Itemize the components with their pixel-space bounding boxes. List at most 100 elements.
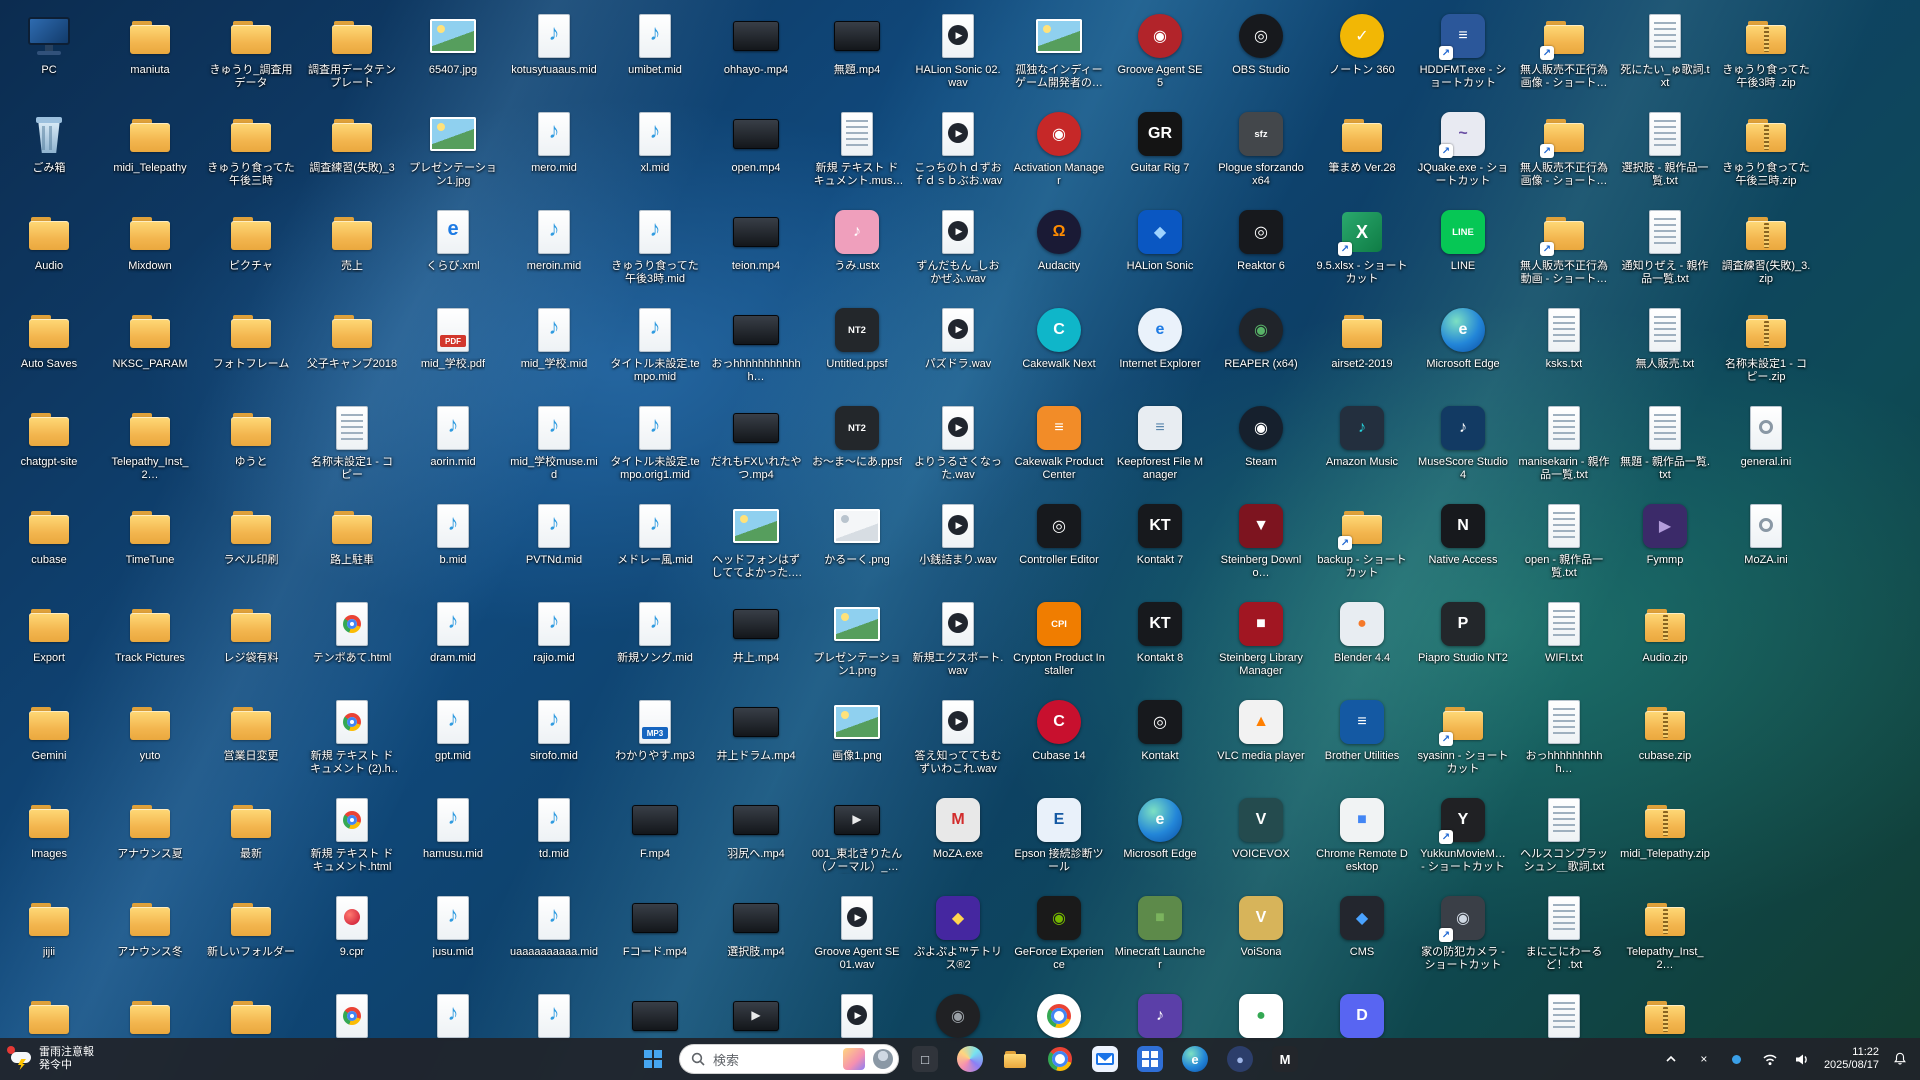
desktop-icon[interactable]: フォトフレーム xyxy=(203,304,299,371)
desktop-icon[interactable]: ▶001_東北きりたん（ノーマル）_今じゃ… xyxy=(809,794,905,874)
desktop-icon[interactable]: EEpson 接続診断ツール xyxy=(1011,794,1107,874)
desktop-icon[interactable]: D xyxy=(1314,990,1410,1044)
desktop-icon[interactable]: プレゼンテーション1.png xyxy=(809,598,905,678)
desktop-icon[interactable]: ▶ xyxy=(708,990,804,1044)
desktop-icon[interactable]: ↗無人販売不正行為 画像 - ショートカッ… xyxy=(1516,10,1612,90)
desktop-icon[interactable]: 新規 テキスト ドキュメント.musicxml xyxy=(809,108,905,188)
desktop-icon[interactable]: 無題 - 親作品一覧.txt xyxy=(1617,402,1713,482)
desktop-icon[interactable]: ♪kotusytuaaus.mid xyxy=(506,10,602,77)
desktop-icon[interactable]: レジ袋有料 xyxy=(203,598,299,665)
desktop-icon[interactable]: ~↗JQuake.exe - ショートカット xyxy=(1415,108,1511,188)
desktop-icon[interactable]: Mixdown xyxy=(102,206,198,273)
desktop-icon[interactable]: ◉Steam xyxy=(1213,402,1309,469)
desktop-icon[interactable]: まにこにわーるど！.txt xyxy=(1516,892,1612,972)
desktop-icon[interactable]: ◉REAPER (x64) xyxy=(1213,304,1309,371)
desktop-icon[interactable]: ♪タイトル未設定.tempo.orig1.mid xyxy=(607,402,703,482)
desktop-icon[interactable]: ● xyxy=(1213,990,1309,1044)
desktop-icon[interactable]: だれもFXいれたやつ.mp4 xyxy=(708,402,804,482)
desktop-icon[interactable]: KTKontakt 8 xyxy=(1112,598,1208,665)
taskbar-chrome[interactable] xyxy=(1041,1041,1079,1077)
start-button[interactable] xyxy=(634,1041,672,1077)
desktop-icon[interactable]: かるーく.png xyxy=(809,500,905,567)
desktop-icon[interactable] xyxy=(304,990,400,1044)
desktop-icon[interactable]: sfzPlogue sforzando x64 xyxy=(1213,108,1309,188)
desktop-icon[interactable]: Audio.zip xyxy=(1617,598,1713,665)
desktop-icon[interactable]: NKSC_PARAM xyxy=(102,304,198,371)
desktop-icon[interactable]: きゅうり食ってた午後3時 .zip xyxy=(1718,10,1814,90)
desktop-icon[interactable]: eInternet Explorer xyxy=(1112,304,1208,371)
desktop-icon[interactable]: アナウンス冬 xyxy=(102,892,198,959)
desktop-icon[interactable]: ▼Steinberg Downlo… xyxy=(1213,500,1309,580)
desktop-icon[interactable]: ♪gpt.mid xyxy=(405,696,501,763)
desktop-icon[interactable] xyxy=(1516,990,1612,1044)
desktop-icon[interactable]: Telepathy_Inst_2… xyxy=(102,402,198,482)
desktop-icon[interactable]: ♪aorin.mid xyxy=(405,402,501,469)
desktop-icon[interactable]: ◉Activation Manager xyxy=(1011,108,1107,188)
desktop-icon[interactable]: ▶パズドラ.wav xyxy=(910,304,1006,371)
desktop-icon[interactable]: ♪新規ソング.mid xyxy=(607,598,703,665)
desktop-icon[interactable]: teion.mp4 xyxy=(708,206,804,273)
desktop-icon[interactable]: ▶小銭詰まり.wav xyxy=(910,500,1006,567)
desktop-icon[interactable]: ΩAudacity xyxy=(1011,206,1107,273)
desktop-icon[interactable]: 画像1.png xyxy=(809,696,905,763)
desktop-icon[interactable]: ▶HALion Sonic 02.wav xyxy=(910,10,1006,90)
desktop-icon[interactable]: ♪sirofo.mid xyxy=(506,696,602,763)
hidden-icons-chevron[interactable] xyxy=(1659,1046,1683,1072)
desktop-icon[interactable]: ●Blender 4.4 xyxy=(1314,598,1410,665)
desktop-icon[interactable]: 選択肢.mp4 xyxy=(708,892,804,959)
desktop-icon[interactable]: ◉Groove Agent SE 5 xyxy=(1112,10,1208,90)
desktop-icon[interactable]: eMicrosoft Edge xyxy=(1112,794,1208,861)
taskbar-copilot[interactable] xyxy=(951,1041,989,1077)
desktop-icon[interactable]: cubase.zip xyxy=(1617,696,1713,763)
desktop-icon[interactable]: ◉↗家の防犯カメラ - ショートカット xyxy=(1415,892,1511,972)
desktop-icon[interactable]: 無人販売.txt xyxy=(1617,304,1713,371)
desktop-icon[interactable]: ◆HALion Sonic xyxy=(1112,206,1208,273)
desktop-icon[interactable]: midi_Telepathy.zip xyxy=(1617,794,1713,861)
desktop-icon[interactable] xyxy=(203,990,299,1044)
desktop-icon[interactable]: 名称未設定1 - コピー xyxy=(304,402,400,482)
desktop-icon[interactable]: ごみ箱 xyxy=(1,108,97,175)
desktop-icon[interactable]: 選択肢 - 親作品一覧.txt xyxy=(1617,108,1713,188)
desktop-icon[interactable]: Fコード.mp4 xyxy=(607,892,703,959)
network-button[interactable] xyxy=(1758,1046,1782,1072)
desktop-icon[interactable]: ▶ずんだもん_しおかぜふ.wav xyxy=(910,206,1006,286)
desktop-icon[interactable]: ↗無人販売不正行為 動画 - ショートカット xyxy=(1516,206,1612,286)
desktop-icon[interactable]: chatgpt-site xyxy=(1,402,97,469)
desktop-icon[interactable]: ヘッドフォンはずしててよかった.mp4 xyxy=(708,500,804,580)
desktop-icon[interactable]: PPiapro Studio NT2 xyxy=(1415,598,1511,665)
desktop-icon[interactable]: ♪うみ.ustx xyxy=(809,206,905,273)
desktop-icon[interactable] xyxy=(1011,990,1107,1044)
taskbar-file-explorer[interactable] xyxy=(996,1041,1034,1077)
desktop-icon[interactable]: 調査練習(失敗)_3.zip xyxy=(1718,206,1814,286)
desktop-icon[interactable]: プレゼンテーション1.jpg xyxy=(405,108,501,188)
desktop-icon[interactable]: eMicrosoft Edge xyxy=(1415,304,1511,371)
search-box[interactable]: 検索 xyxy=(679,1044,899,1074)
desktop-icon[interactable]: ■Chrome Remote Desktop xyxy=(1314,794,1410,874)
desktop-icon[interactable]: ◎OBS Studio xyxy=(1213,10,1309,77)
taskbar-mail[interactable] xyxy=(1086,1041,1124,1077)
desktop-icon[interactable]: ◆CMS xyxy=(1314,892,1410,959)
desktop-icon[interactable]: ■Minecraft Launcher xyxy=(1112,892,1208,972)
desktop-icon[interactable]: ♪メドレー風.mid xyxy=(607,500,703,567)
desktop-icon[interactable]: NT2お〜ま〜にあ.ppsf xyxy=(809,402,905,469)
desktop-icon[interactable]: ◎Controller Editor xyxy=(1011,500,1107,567)
desktop-icon[interactable]: MoZA.ini xyxy=(1718,500,1814,567)
weather-widget[interactable]: 雷雨注意報 発令中 xyxy=(10,1038,94,1080)
desktop-icon[interactable]: ▶Groove Agent SE 01.wav xyxy=(809,892,905,972)
tray-dot[interactable] xyxy=(1725,1046,1749,1072)
desktop-icon[interactable]: ◉ xyxy=(910,990,1006,1044)
desktop-icon[interactable]: ▶こっちのｈｄずおｆｄｓｂぶお.wav xyxy=(910,108,1006,188)
desktop-icon[interactable]: ↗syasinn - ショートカット xyxy=(1415,696,1511,776)
desktop-icon[interactable]: PC xyxy=(1,10,97,77)
desktop-icon[interactable]: PDFmid_学校.pdf xyxy=(405,304,501,371)
desktop-icon[interactable]: おっhhhhhhhhhh… xyxy=(1516,696,1612,776)
desktop-icon[interactable]: eくらび.xml xyxy=(405,206,501,273)
desktop-icon[interactable]: Gemini xyxy=(1,696,97,763)
desktop-icon[interactable]: きゅうり食ってた午後三時 xyxy=(203,108,299,188)
desktop-icon[interactable]: Images xyxy=(1,794,97,861)
desktop-icon[interactable] xyxy=(1617,990,1713,1044)
desktop-icon[interactable]: ♪mero.mid xyxy=(506,108,602,175)
desktop-icon[interactable]: MMoZA.exe xyxy=(910,794,1006,861)
desktop-icon[interactable]: NNative Access xyxy=(1415,500,1511,567)
desktop-icon[interactable]: ◉GeForce Experience xyxy=(1011,892,1107,972)
